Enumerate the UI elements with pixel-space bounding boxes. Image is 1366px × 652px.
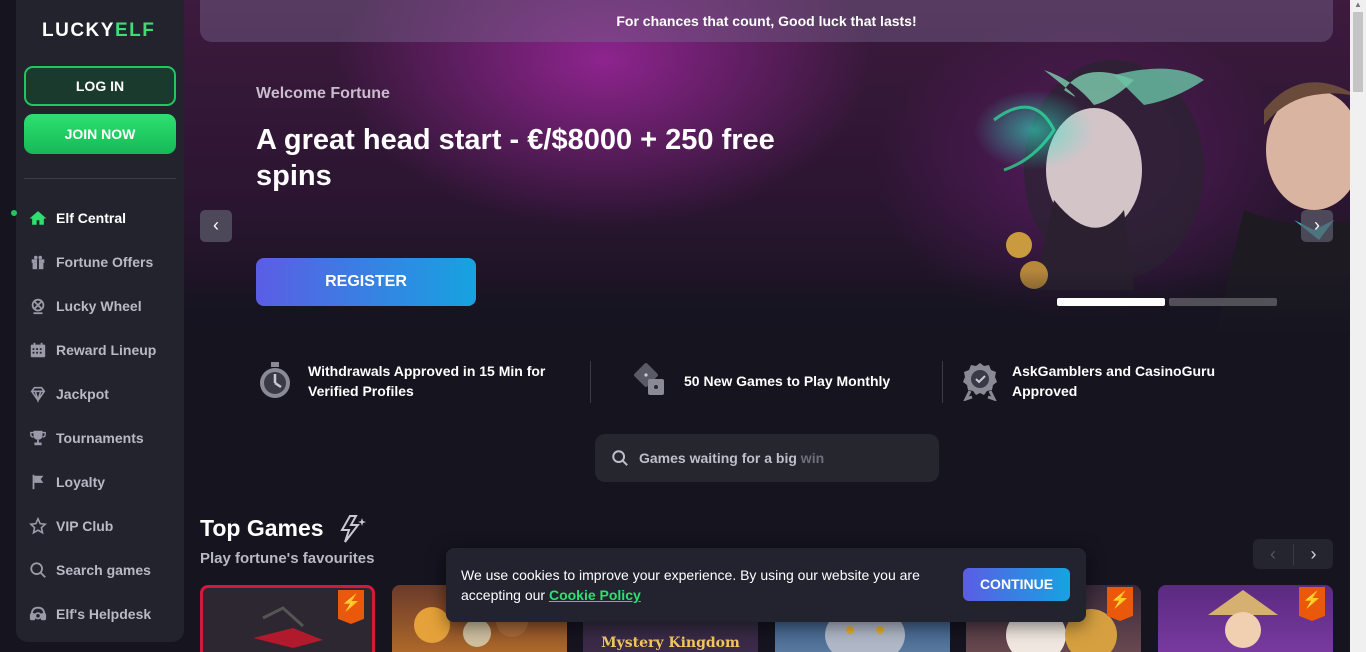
hero-title: A great head start - €/$8000 + 250 free … bbox=[256, 124, 775, 192]
feature-new-games: 50 New Games to Play Monthly bbox=[634, 358, 890, 404]
lightning-icon bbox=[340, 515, 366, 543]
sidebar-item-label: Elf's Helpdesk bbox=[56, 606, 152, 622]
sidebar-item-label: Lucky Wheel bbox=[56, 298, 142, 314]
sidebar-item-label: Tournaments bbox=[56, 430, 144, 446]
sidebar-item-jackpot[interactable]: Jackpot bbox=[16, 372, 184, 416]
join-now-button[interactable]: JOIN NOW bbox=[24, 114, 176, 154]
sidebar-divider bbox=[24, 178, 176, 179]
register-button[interactable]: REGISTER bbox=[256, 258, 476, 306]
logo[interactable]: LUCKYELF bbox=[42, 20, 155, 42]
game-tile[interactable]: ⚡ bbox=[200, 585, 375, 652]
diamond-icon bbox=[28, 384, 48, 404]
sidebar-item-lucky-wheel[interactable]: Lucky Wheel bbox=[16, 284, 184, 328]
game-tile[interactable]: ⚡ bbox=[1158, 585, 1333, 652]
sidebar-item-label: Loyalty bbox=[56, 474, 106, 490]
logo-text-prefix: LUCKY bbox=[42, 20, 115, 41]
wheel-icon bbox=[28, 296, 48, 316]
feature-approved: AskGamblers and CasinoGuru Approved bbox=[962, 358, 1232, 404]
games-prev-button[interactable]: ‹ bbox=[1253, 544, 1293, 565]
sidebar-item-label: Jackpot bbox=[56, 386, 109, 402]
search-input[interactable]: Games waiting for a big win bbox=[595, 434, 939, 482]
cookie-text: We use cookies to improve your experienc… bbox=[461, 565, 956, 605]
sidebar-item-tournaments[interactable]: Tournaments bbox=[16, 416, 184, 460]
calendar-icon bbox=[28, 340, 48, 360]
feature-divider bbox=[590, 361, 591, 403]
games-carousel-nav: ‹ › bbox=[1253, 539, 1333, 569]
gift-icon bbox=[28, 252, 48, 272]
sidebar-item-label: Fortune Offers bbox=[56, 254, 154, 270]
sidebar-item-loyalty[interactable]: Loyalty bbox=[16, 460, 184, 504]
cookie-message: We use cookies to improve your experienc… bbox=[461, 567, 920, 603]
sidebar: LUCKYELF LOG IN JOIN NOW Elf Central For… bbox=[11, 0, 184, 642]
features-row: Withdrawals Approved in 15 Min for Verif… bbox=[256, 358, 1256, 408]
hot-badge: ⚡ bbox=[1299, 587, 1325, 621]
home-icon bbox=[28, 208, 48, 228]
feature-withdrawals: Withdrawals Approved in 15 Min for Verif… bbox=[256, 358, 570, 404]
cookie-banner: We use cookies to improve your experienc… bbox=[446, 548, 1086, 622]
feature-text: Withdrawals Approved in 15 Min for Verif… bbox=[308, 363, 546, 399]
trophy-icon bbox=[28, 428, 48, 448]
sidebar-item-label: Reward Lineup bbox=[56, 342, 157, 358]
sidebar-item-label: VIP Club bbox=[56, 518, 114, 534]
sidebar-item-label: Search games bbox=[56, 562, 151, 578]
flag-icon bbox=[28, 472, 48, 492]
slide-indicator-2[interactable] bbox=[1169, 298, 1277, 306]
star-icon bbox=[28, 516, 48, 536]
dice-icon bbox=[634, 363, 664, 395]
sidebar-item-label: Elf Central bbox=[56, 210, 127, 226]
slide-indicator-1[interactable] bbox=[1057, 298, 1165, 306]
helpdesk-icon bbox=[28, 604, 48, 624]
hero-subtitle: Welcome Fortune bbox=[256, 85, 390, 102]
sidebar-item-vip-club[interactable]: VIP Club bbox=[16, 504, 184, 548]
sidebar-item-elf-central[interactable]: Elf Central bbox=[11, 196, 184, 240]
hero-next-arrow[interactable]: › bbox=[1301, 210, 1333, 242]
search-icon bbox=[612, 450, 628, 466]
section-title: Top Games bbox=[200, 515, 324, 541]
sidebar-item-helpdesk[interactable]: Elf's Helpdesk bbox=[16, 592, 184, 636]
game-title: Mystery Kingdom bbox=[601, 635, 740, 651]
feature-text: AskGamblers and CasinoGuru Approved bbox=[1012, 363, 1216, 399]
active-indicator bbox=[11, 210, 17, 216]
games-next-button[interactable]: › bbox=[1293, 543, 1333, 565]
search-placeholder-dim: win bbox=[796, 450, 825, 466]
cookie-policy-link[interactable]: Cookie Policy bbox=[549, 587, 641, 603]
hot-badge: ⚡ bbox=[338, 590, 364, 624]
page-scrollbar[interactable] bbox=[1350, 0, 1366, 652]
promo-banner: For chances that count, Good luck that l… bbox=[200, 0, 1333, 42]
continue-button[interactable]: CONTINUE bbox=[963, 568, 1070, 601]
hero-prev-arrow[interactable]: ‹ bbox=[200, 210, 232, 242]
sidebar-item-search-games[interactable]: Search games bbox=[16, 548, 184, 592]
scrollbar-thumb[interactable] bbox=[1353, 12, 1363, 92]
sidebar-item-reward-lineup[interactable]: Reward Lineup bbox=[16, 328, 184, 372]
login-button[interactable]: LOG IN bbox=[24, 66, 176, 106]
badge-icon bbox=[963, 363, 997, 401]
sidebar-nav: Elf Central Fortune Offers Lucky Wheel R… bbox=[11, 196, 184, 636]
search-icon bbox=[28, 560, 48, 580]
hot-badge: ⚡ bbox=[1107, 587, 1133, 621]
feature-divider bbox=[942, 361, 943, 403]
search-placeholder: Games waiting for a big bbox=[639, 450, 797, 466]
scroll-up-arrow[interactable]: ▲ bbox=[1350, 0, 1366, 12]
feature-text: 50 New Games to Play Monthly bbox=[684, 373, 891, 389]
section-subtitle: Play fortune's favourites bbox=[200, 550, 375, 567]
logo-text-suffix: ELF bbox=[114, 20, 156, 41]
sidebar-item-fortune-offers[interactable]: Fortune Offers bbox=[16, 240, 184, 284]
stopwatch-icon bbox=[260, 362, 290, 398]
